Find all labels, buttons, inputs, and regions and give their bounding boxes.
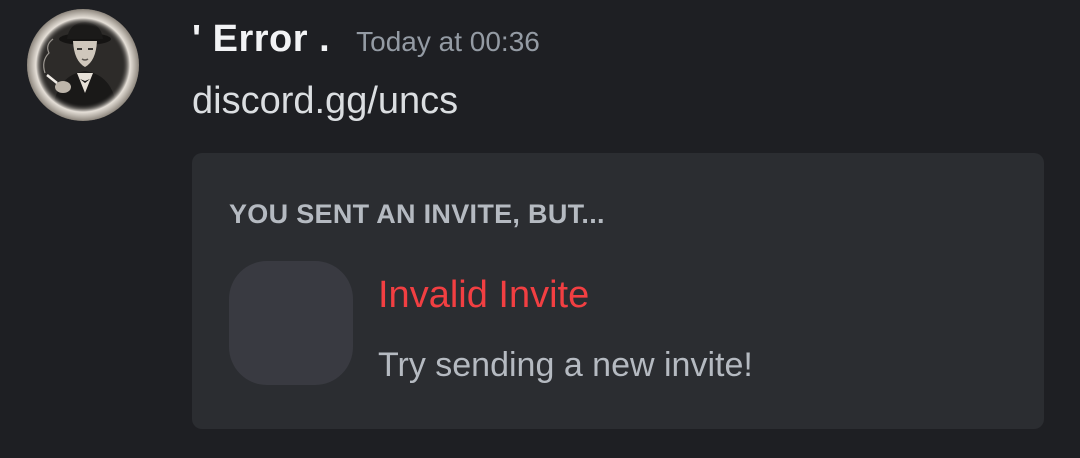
chat-message: ' Error . Today at 00:36 discord.gg/uncs…	[0, 0, 1080, 458]
user-avatar[interactable]	[27, 9, 139, 121]
message-timestamp[interactable]: Today at 00:36	[356, 17, 540, 67]
invite-embed-header: YOU SENT AN INVITE, BUT...	[229, 199, 605, 229]
avatar-portrait-icon	[27, 9, 139, 121]
message-header: ' Error . Today at 00:36	[192, 14, 540, 64]
username[interactable]: ' Error .	[192, 14, 330, 64]
message-content[interactable]: discord.gg/uncs	[192, 76, 458, 126]
invite-subtitle: Try sending a new invite!	[378, 346, 753, 384]
invite-title: Invalid Invite	[378, 274, 590, 316]
invite-embed: YOU SENT AN INVITE, BUT... Invalid Invit…	[192, 153, 1044, 429]
guild-placeholder-icon	[229, 261, 353, 385]
